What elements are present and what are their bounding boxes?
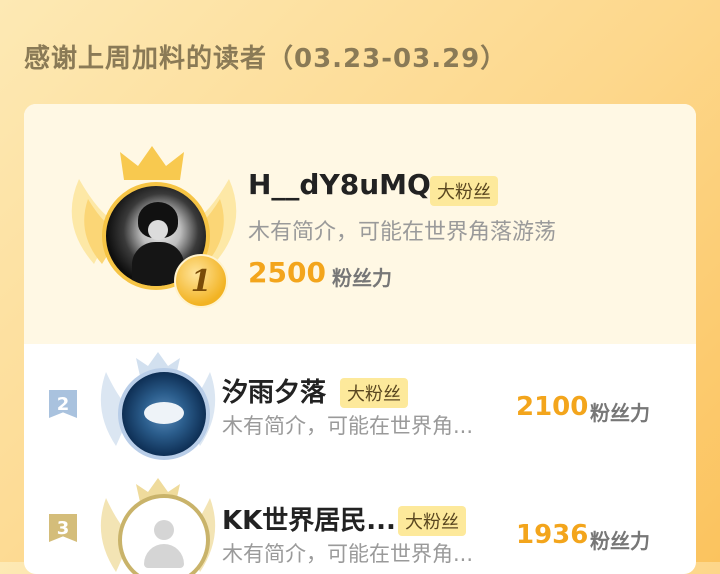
reader-row-3[interactable]: 3 KK世界居民... 大粉丝 木有简介，可能在世界角... 1936 粉丝力 xyxy=(24,470,696,574)
fan-score: 2500 xyxy=(248,256,326,289)
reader-bio: 木有简介，可能在世界角... xyxy=(222,414,474,438)
rank-number: 3 xyxy=(56,518,70,539)
fan-score-unit: 粉丝力 xyxy=(590,529,650,553)
fan-score: 1936 xyxy=(516,520,589,550)
fan-level-badge: 大粉丝 xyxy=(398,506,466,536)
fan-score-unit: 粉丝力 xyxy=(332,266,392,290)
fan-score-unit: 粉丝力 xyxy=(590,401,650,425)
crown-icon xyxy=(120,146,184,180)
reader-bio: 木有简介，可能在世界角落游荡 xyxy=(248,220,557,245)
avatar[interactable] xyxy=(118,368,210,460)
rank-1-medal-icon: 1 xyxy=(174,254,228,308)
reader-name[interactable]: KK世界居民... xyxy=(222,500,396,537)
reader-bio: 木有简介，可能在世界角... xyxy=(222,542,474,566)
reader-name[interactable]: H__dY8uMQ xyxy=(248,168,431,201)
fan-score: 2100 xyxy=(516,392,589,422)
rank-number: 2 xyxy=(56,394,70,415)
reader-name[interactable]: 汐雨夕落 xyxy=(222,372,326,409)
fan-level-badge: 大粉丝 xyxy=(340,378,408,408)
fan-level-badge: 大粉丝 xyxy=(430,176,498,206)
top-reader-row[interactable]: 1 H__dY8uMQ 大粉丝 木有简介，可能在世界角落游荡 2500 粉丝力 xyxy=(24,104,696,344)
page-title: 感谢上周加料的读者（03.23-03.29） xyxy=(24,44,508,74)
reader-row-2[interactable]: 2 汐雨夕落 大粉丝 木有简介，可能在世界角... 2100 粉丝力 xyxy=(24,344,696,464)
leaderboard-card: 1 H__dY8uMQ 大粉丝 木有简介，可能在世界角落游荡 2500 粉丝力 … xyxy=(24,104,696,574)
